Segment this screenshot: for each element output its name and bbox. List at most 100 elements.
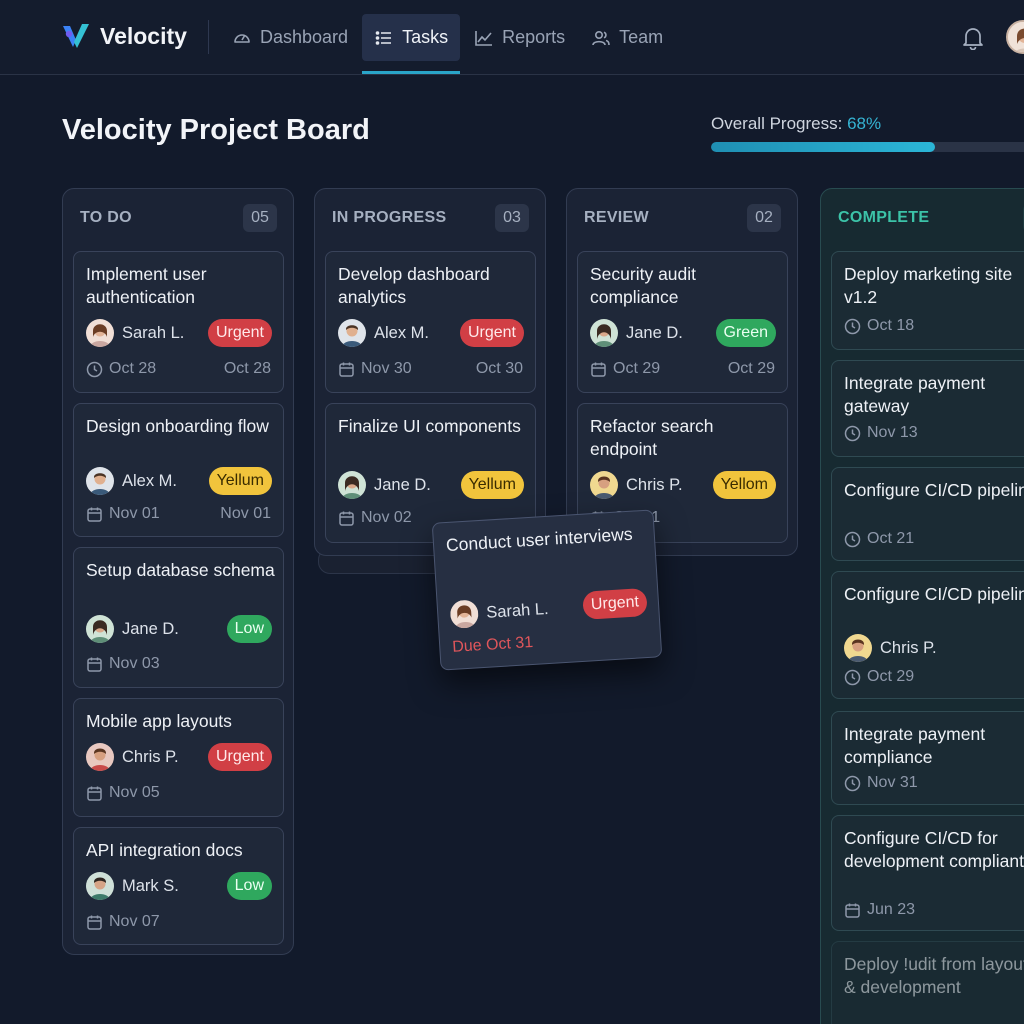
date-right: Oct 29 [727, 360, 775, 377]
assignee: Chris P. [86, 743, 179, 771]
column-todo: TO DO 05 Implement user authentication S… [62, 188, 294, 955]
dragging-task-card[interactable]: Conduct user interviews Sarah L. Urgent … [431, 509, 663, 671]
task-date: Oct 21 [844, 530, 914, 548]
brand[interactable]: Velocity [60, 20, 187, 52]
nav-divider [208, 20, 209, 54]
column-count: 05 [243, 204, 277, 232]
assignee-name: Jane D. [374, 475, 431, 494]
avatar [844, 634, 872, 662]
task-card[interactable]: Implement user authentication Sarah L. U… [73, 251, 284, 393]
task-card[interactable]: Integrate payment gateway Nov 13 [831, 360, 1024, 457]
nav-label-dashboard: Dashboard [260, 27, 349, 47]
priority-badge: Urgent [207, 743, 272, 771]
task-card[interactable]: API integration docs Mark S. Low Nov 07 [73, 827, 284, 945]
priority-badge: Urgent [582, 587, 648, 620]
date-text: Nov 30 [361, 360, 412, 377]
avatar [86, 615, 114, 643]
column-complete: COMPLETE 09 Deploy marketing site v1.2 O… [820, 188, 1024, 1024]
task-card[interactable]: Develop dashboard analytics Alex M. Urge… [325, 251, 536, 393]
clock-icon [844, 669, 861, 685]
nav-item-tasks[interactable]: Tasks [362, 14, 461, 74]
task-title: Develop dashboard analytics [338, 264, 490, 307]
task-card[interactable]: Deploy marketing site v1.2 Oct 18 [831, 251, 1024, 350]
task-date: Nov 05 [86, 784, 160, 802]
date-text: Nov 02 [361, 509, 412, 526]
task-card[interactable]: Mobile app layouts Chris P. Urgent Nov 0… [73, 698, 284, 817]
user-avatar[interactable] [1006, 20, 1024, 54]
date-text: Nov 05 [109, 784, 160, 801]
task-title: Setup database schema [86, 560, 275, 580]
progress-label-text: Overall Progress: [711, 114, 843, 133]
priority-badge: Yellum [208, 467, 272, 495]
task-title: Refactor search endpoint [590, 416, 714, 459]
nav-item-team[interactable]: Team [579, 14, 675, 61]
avatar [449, 599, 480, 629]
task-title: Conduct user interviews [445, 523, 634, 556]
nav-item-dashboard[interactable]: Dashboard [220, 14, 360, 61]
page-title: Velocity Project Board [62, 114, 370, 146]
task-card[interactable]: Deploy !udit from layout & development [831, 941, 1024, 1024]
task-card[interactable]: Setup database schema Jane D. Low Nov 03 [73, 547, 284, 688]
calendar-icon [87, 507, 102, 522]
column-title: COMPLETE [838, 209, 930, 226]
nav-label-team: Team [619, 27, 664, 47]
assignee: Chris P. [844, 634, 937, 662]
task-date: Oct 29 [844, 668, 914, 686]
task-card[interactable]: Configure CI/CD pipeline Chris P. Oct 29 [831, 571, 1024, 699]
assignee-name: Sarah L. [485, 599, 550, 622]
task-card[interactable]: Integrate payment compliance Nov 31 [831, 711, 1024, 805]
task-date: Nov 01 [86, 505, 160, 523]
task-card[interactable]: Design onboarding flow Alex M. Yellum No… [73, 403, 284, 537]
assignee-name: Jane D. [626, 323, 683, 342]
task-date: Oct 29 [590, 360, 660, 378]
task-title: Configure CI/CD for development complian… [844, 828, 1024, 871]
column-header: COMPLETE 09 [821, 189, 1024, 245]
task-title: API integration docs [86, 840, 243, 860]
line-chart-icon [475, 30, 493, 46]
column-in-progress: IN PROGRESS 03 Develop dashboard analyti… [314, 188, 546, 556]
task-card[interactable]: Configure CI/CD pipeline Oct 21 [831, 467, 1024, 561]
calendar-icon [87, 786, 102, 801]
assignee-name: Chris P. [880, 638, 937, 657]
priority-badge: Urgent [459, 319, 524, 347]
task-title: Security audit compliance [590, 264, 697, 307]
assignee-name: Chris P. [626, 475, 683, 494]
nav-label-tasks: Tasks [402, 27, 449, 47]
assignee-name: Mark S. [122, 876, 179, 895]
date-text: Oct 29 [867, 668, 915, 685]
date-text: Nov 03 [109, 655, 160, 672]
task-date: Nov 31 [844, 774, 918, 792]
priority-badge: Low [226, 872, 272, 900]
column-count: 03 [495, 204, 529, 232]
notification-bell-icon[interactable] [962, 26, 984, 50]
task-title: Integrate payment compliance [844, 724, 986, 767]
assignee: Jane D. [590, 319, 683, 347]
assignee: Chris P. [590, 471, 683, 499]
overall-progress-label: Overall Progress: 68% [711, 114, 881, 134]
gauge-icon [234, 33, 250, 43]
task-card[interactable]: Configure CI/CD for development complian… [831, 815, 1024, 931]
priority-badge: Yellom [712, 471, 776, 499]
avatar [590, 471, 618, 499]
priority-badge: Low [226, 615, 272, 643]
nav-item-reports[interactable]: Reports [462, 14, 577, 61]
due-date: Due Oct 31 [451, 633, 534, 656]
column-header: IN PROGRESS 03 [315, 189, 545, 245]
task-card[interactable]: Security audit compliance Jane D. Green … [577, 251, 788, 393]
priority-badge: Yellum [460, 471, 524, 499]
users-icon [592, 30, 610, 45]
assignee-name: Jane D. [122, 619, 179, 638]
column-count: 02 [747, 204, 781, 232]
brand-name: Velocity [100, 22, 187, 49]
task-title: Mobile app layouts [86, 711, 232, 731]
clock-icon [844, 531, 861, 547]
assignee: Alex M. [338, 319, 429, 347]
avatar [86, 743, 114, 771]
task-date: Nov 02 [338, 509, 412, 527]
assignee: Sarah L. [86, 319, 184, 347]
task-date: Nov 13 [844, 424, 918, 442]
task-title: Configure CI/CD pipeline [844, 480, 1024, 500]
task-date: Nov 07 [86, 913, 160, 931]
clock-icon [844, 775, 861, 791]
assignee: Sarah L. [449, 595, 549, 629]
